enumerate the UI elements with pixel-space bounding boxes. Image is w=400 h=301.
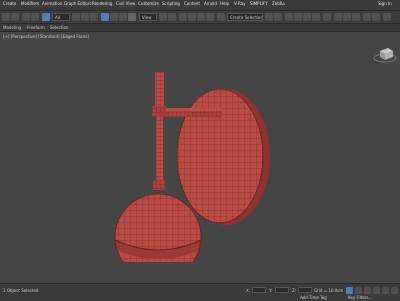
menu-arnold[interactable]: Arnold bbox=[204, 1, 217, 7]
lamp-stem bbox=[152, 72, 166, 190]
y-coordinate-field[interactable] bbox=[275, 287, 289, 293]
lamp-globe bbox=[114, 193, 202, 262]
y-label: Y: bbox=[269, 288, 273, 293]
tab-modeling[interactable]: Modeling bbox=[3, 25, 21, 30]
zoom-extents-icon[interactable] bbox=[382, 287, 389, 294]
reference-coordinate-dropdown[interactable]: View bbox=[139, 13, 157, 21]
spinner-snap-icon[interactable] bbox=[206, 13, 214, 21]
link-icon[interactable] bbox=[22, 13, 30, 21]
selection-filter-dropdown[interactable]: All bbox=[52, 13, 70, 21]
x-coordinate-field[interactable] bbox=[252, 287, 266, 293]
placement-icon[interactable] bbox=[128, 13, 136, 21]
grid-size: Grid = 10.0cm bbox=[314, 288, 344, 293]
key-filters[interactable]: Key Filters... bbox=[348, 295, 372, 300]
z-label: Z: bbox=[292, 288, 297, 293]
menu-help[interactable]: Help bbox=[220, 1, 229, 7]
menu-vray[interactable]: V-Ray bbox=[234, 1, 245, 7]
tab-freeform[interactable]: Freeform bbox=[27, 25, 45, 30]
undo-icon[interactable] bbox=[2, 13, 10, 21]
status-bar: 1 Object Selected X: Y: Z: Grid = 10.0cm… bbox=[0, 283, 400, 301]
viewport-label[interactable]: [+] [Perspective] [Standard] [Edged Face… bbox=[3, 34, 89, 39]
redo-icon[interactable] bbox=[11, 13, 19, 21]
rendered-frame-window-icon[interactable] bbox=[343, 13, 351, 21]
rectangular-selection-icon[interactable] bbox=[81, 13, 89, 21]
keyboard-shortcut-override-icon[interactable] bbox=[168, 13, 176, 21]
window-crossing-icon[interactable] bbox=[90, 13, 98, 21]
menu-content[interactable]: Content bbox=[184, 1, 200, 7]
lamp-model[interactable] bbox=[100, 72, 280, 262]
menu-civil-view[interactable]: Civil View bbox=[116, 1, 135, 7]
edit-named-selection-icon[interactable] bbox=[217, 13, 225, 21]
align-icon[interactable] bbox=[274, 13, 282, 21]
snaps-toggle-icon[interactable] bbox=[179, 13, 187, 21]
select-object-icon[interactable] bbox=[42, 13, 50, 21]
pivot-point-icon[interactable] bbox=[159, 13, 167, 21]
vray-frame-buffer-icon[interactable] bbox=[363, 13, 371, 21]
selection-status: 1 Object Selected bbox=[3, 288, 39, 293]
menu-create[interactable]: Create bbox=[3, 1, 16, 7]
auto-key-button[interactable] bbox=[346, 287, 353, 294]
ribbon: Modeling Freeform Selection bbox=[0, 24, 400, 32]
menu-graph-editors[interactable]: Graph Editors bbox=[64, 1, 91, 7]
orbit-icon[interactable] bbox=[391, 287, 398, 294]
mirror-icon[interactable] bbox=[265, 13, 273, 21]
workspace-icon[interactable] bbox=[383, 13, 391, 21]
menu-simplify[interactable]: SIMPLIFY bbox=[250, 1, 268, 7]
sign-in-link[interactable]: Sign In bbox=[378, 1, 392, 7]
menu-zebra[interactable]: ZebRa bbox=[272, 1, 285, 7]
menu-rendering[interactable]: Rendering bbox=[92, 1, 112, 7]
select-move-icon[interactable] bbox=[101, 13, 109, 21]
material-editor-icon[interactable] bbox=[323, 13, 331, 21]
menu-scripting[interactable]: Scripting bbox=[162, 1, 180, 7]
layer-explorer-icon[interactable] bbox=[285, 13, 293, 21]
schematic-view-icon[interactable] bbox=[312, 13, 320, 21]
select-scale-icon[interactable] bbox=[119, 13, 127, 21]
menu-bar: Create Modifiers Animation Graph Editors… bbox=[0, 0, 400, 11]
render-production-icon[interactable] bbox=[352, 13, 360, 21]
toggle-ribbon-icon[interactable] bbox=[294, 13, 302, 21]
viewcube-icon[interactable] bbox=[372, 42, 398, 68]
menu-customize[interactable]: Customize bbox=[138, 1, 159, 7]
perspective-viewport[interactable]: [+] [Perspective] [Standard] [Edged Face… bbox=[0, 32, 400, 283]
main-toolbar: All View Create Selection Se bbox=[0, 11, 400, 24]
named-selection-set-dropdown[interactable]: Create Selection Se bbox=[227, 13, 263, 21]
z-coordinate-field[interactable] bbox=[298, 287, 312, 293]
curve-editor-icon[interactable] bbox=[303, 13, 311, 21]
set-key-icon[interactable] bbox=[355, 287, 362, 294]
next-frame-icon[interactable] bbox=[373, 287, 380, 294]
play-icon[interactable] bbox=[364, 287, 371, 294]
unlink-icon[interactable] bbox=[31, 13, 39, 21]
select-by-name-icon[interactable] bbox=[72, 13, 80, 21]
x-label: X: bbox=[246, 288, 251, 293]
render-setup-icon[interactable] bbox=[334, 13, 342, 21]
angle-snap-icon[interactable] bbox=[188, 13, 196, 21]
tab-selection[interactable]: Selection bbox=[50, 25, 68, 30]
vray-render-icon[interactable] bbox=[372, 13, 380, 21]
select-rotate-icon[interactable] bbox=[110, 13, 118, 21]
menu-animation[interactable]: Animation bbox=[42, 1, 62, 7]
menu-modifiers[interactable]: Modifiers bbox=[21, 1, 39, 7]
add-time-tag[interactable]: Add Time Tag bbox=[300, 295, 327, 300]
percent-snap-icon[interactable] bbox=[197, 13, 205, 21]
